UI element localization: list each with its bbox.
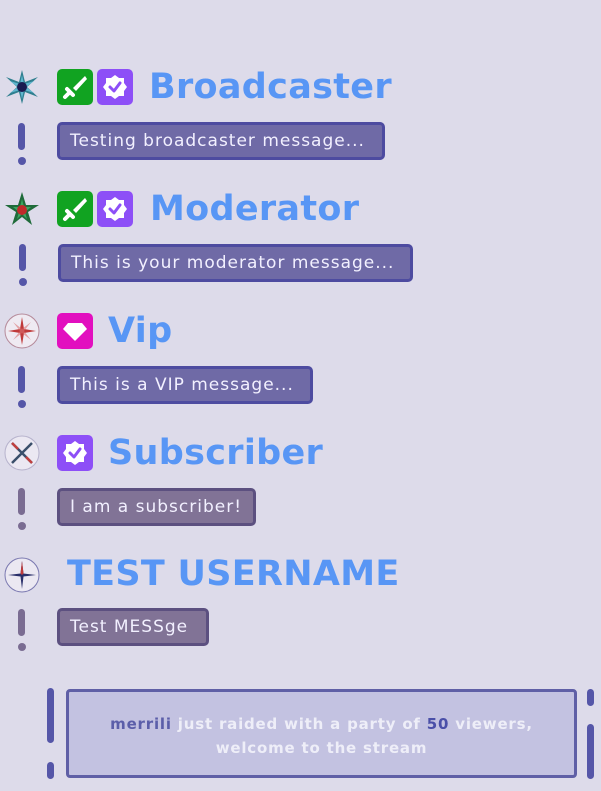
compass-rose-icon	[4, 313, 40, 349]
message-text: This is a VIP message...	[57, 366, 313, 404]
raid-line-1: merrili just raided with a party of 50 v…	[69, 712, 574, 736]
message-bar	[18, 366, 25, 393]
star-burst-icon	[6, 70, 38, 104]
sword-icon	[57, 191, 93, 227]
message-text: This is your moderator message...	[58, 244, 413, 282]
viewer-count: 50	[426, 715, 450, 733]
verified-icon	[97, 191, 133, 227]
message-dot	[18, 400, 26, 408]
username: Vip	[108, 311, 173, 351]
message-dot	[19, 278, 27, 286]
message-dot	[18, 643, 26, 651]
message-bar	[19, 244, 26, 271]
raid-bar-left	[47, 688, 54, 743]
raid-text: just raided with a party of	[171, 715, 427, 733]
raid-text-after: viewers,	[449, 715, 533, 733]
username: Moderator	[150, 189, 360, 229]
message-bar	[18, 123, 25, 150]
verified-icon	[57, 435, 93, 471]
diamond-icon	[57, 313, 93, 349]
verified-icon	[97, 69, 133, 105]
message-bar	[18, 609, 25, 636]
raid-bar-right	[587, 724, 594, 779]
sword-icon	[57, 69, 93, 105]
message-bar	[18, 488, 25, 515]
raid-alert: merrili just raided with a party of 50 v…	[66, 689, 577, 778]
message-text: I am a subscriber!	[57, 488, 256, 526]
compass-needle-icon	[4, 557, 40, 593]
raid-line-2: welcome to the stream	[215, 739, 428, 757]
username: TEST USERNAME	[67, 554, 400, 594]
raid-bar-right-short	[587, 689, 594, 706]
message-text: Test MESSge	[57, 608, 209, 646]
username: Broadcaster	[149, 67, 392, 107]
compass-cross-icon	[4, 435, 40, 471]
username: Subscriber	[108, 433, 324, 473]
message-text: Testing broadcaster message...	[57, 122, 385, 160]
raid-bar-left-short	[47, 762, 54, 779]
raider-name: merrili	[110, 715, 172, 733]
leaf-star-icon	[5, 192, 39, 225]
message-dot	[18, 522, 26, 530]
message-dot	[18, 157, 26, 165]
